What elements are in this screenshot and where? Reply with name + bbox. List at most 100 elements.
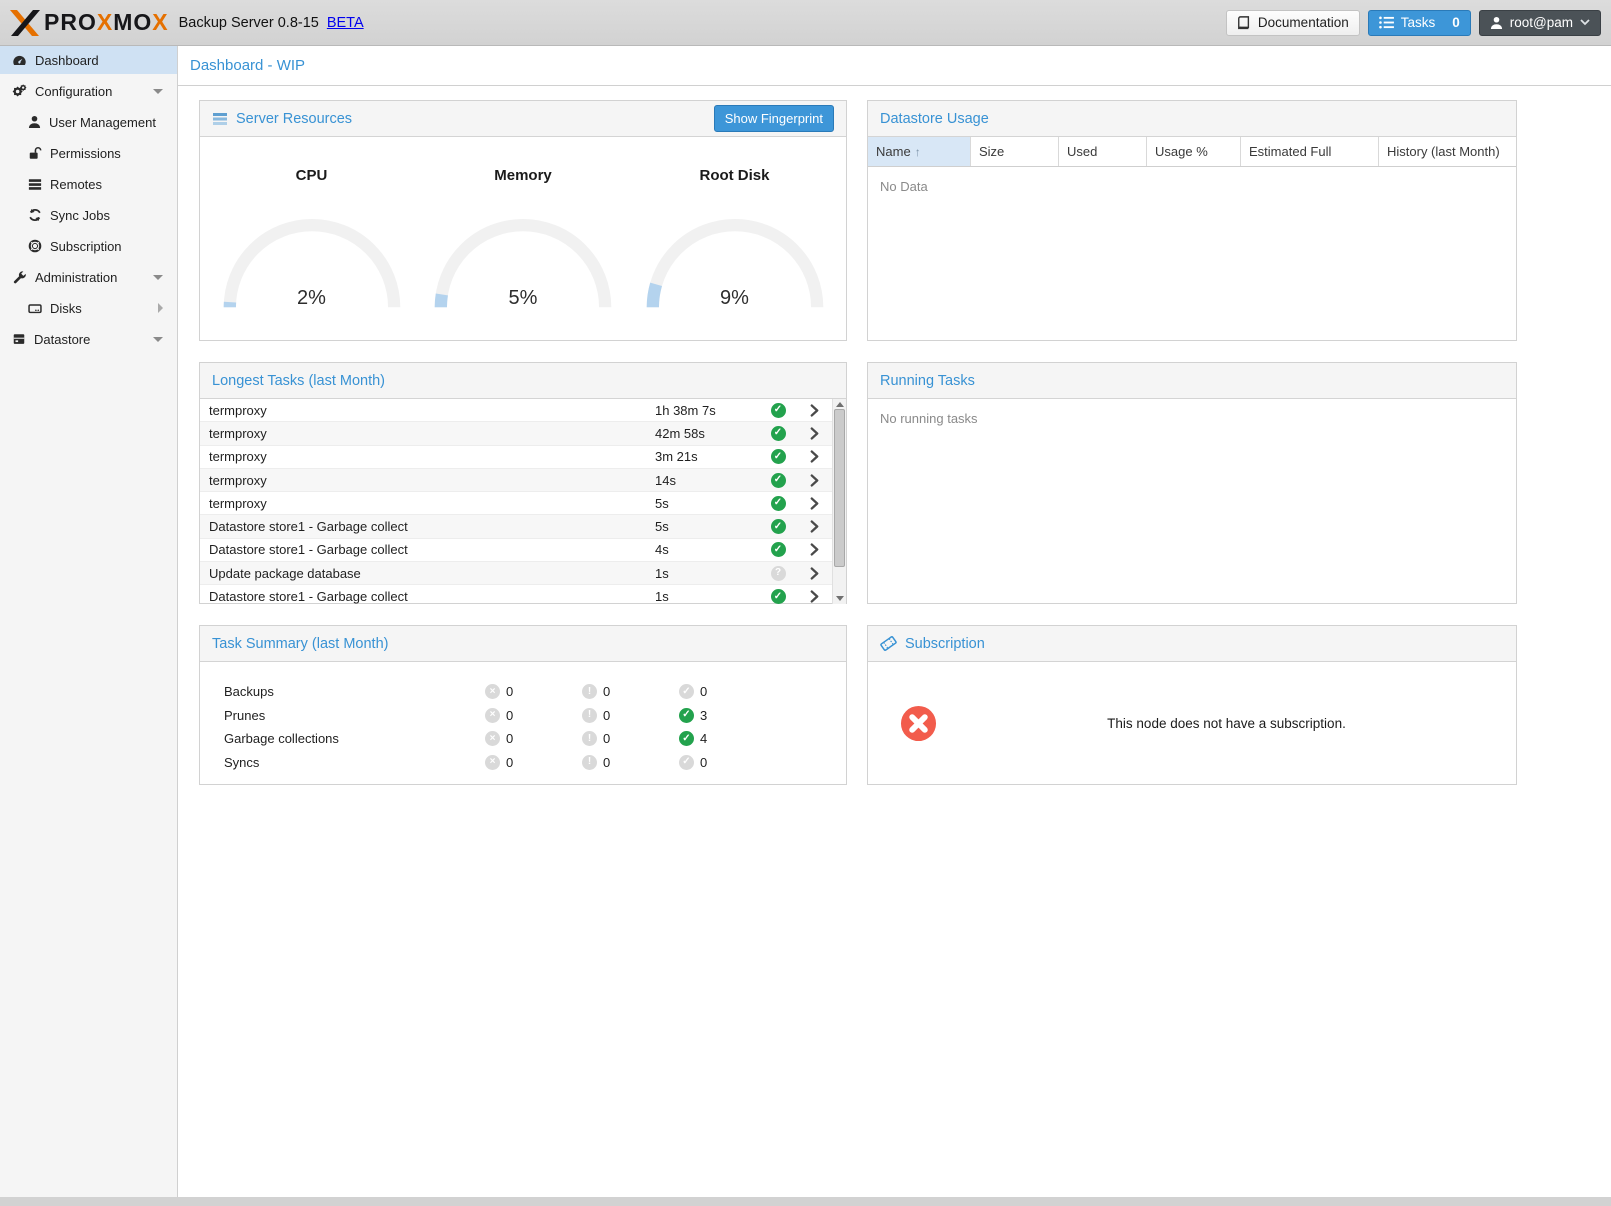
warning-count: 0	[603, 684, 610, 699]
support-icon	[28, 239, 42, 253]
datastore-usage-title: Datastore Usage	[880, 111, 989, 127]
ok-count: 0	[700, 684, 707, 699]
task-name: Datastore store1 - Garbage collect	[200, 519, 655, 534]
gauges-row: CPU 2% Memory	[200, 137, 846, 312]
sidebar-item-permissions[interactable]: Permissions	[0, 139, 177, 167]
warning-count-icon	[582, 755, 597, 770]
chevron-down-icon[interactable]	[153, 275, 163, 280]
error-count-icon	[485, 731, 500, 746]
disk-icon	[28, 302, 42, 315]
no-running-tasks-text: No running tasks	[868, 399, 1516, 438]
datastore-table-header: Name ↑ Size Used Usage % Estimated Full …	[868, 137, 1516, 167]
documentation-button[interactable]: Documentation	[1226, 10, 1360, 36]
task-status-icon	[771, 566, 786, 581]
task-name: termproxy	[200, 403, 655, 418]
task-row[interactable]: termproxy 1h 38m 7s	[200, 399, 832, 422]
task-name: Datastore store1 - Garbage collect	[200, 589, 655, 604]
book-icon	[1237, 16, 1251, 30]
chevron-right-icon[interactable]	[796, 590, 832, 603]
chevron-right-icon[interactable]	[796, 404, 832, 417]
scrollbar-thumb[interactable]	[834, 409, 845, 567]
sync-icon	[28, 208, 42, 222]
task-row[interactable]: Datastore store1 - Garbage collect 1s	[200, 585, 832, 604]
chevron-right-icon[interactable]	[796, 543, 832, 556]
sidebar-item-dashboard[interactable]: Dashboard	[0, 46, 177, 74]
gears-icon	[12, 84, 27, 99]
scroll-up-icon[interactable]	[836, 402, 844, 407]
task-row[interactable]: Datastore store1 - Garbage collect 5s	[200, 515, 832, 538]
sidebar-item-sync-jobs[interactable]: Sync Jobs	[0, 201, 177, 229]
server-list-icon	[28, 178, 42, 191]
chevron-right-icon[interactable]	[796, 520, 832, 533]
tachometer-icon	[12, 53, 27, 68]
task-row[interactable]: termproxy 14s	[200, 469, 832, 492]
tasks-button[interactable]: Tasks 0	[1368, 10, 1471, 36]
task-status-icon	[771, 496, 786, 511]
chevron-right-icon[interactable]	[796, 427, 832, 440]
tasks-count-badge: 0	[1452, 15, 1460, 30]
no-data-text: No Data	[868, 167, 1516, 206]
warning-count: 0	[603, 731, 610, 746]
gauge-label: Root Disk	[635, 167, 835, 184]
error-count-icon	[485, 708, 500, 723]
warning-count: 0	[603, 755, 610, 770]
sidebar-item-remotes[interactable]: Remotes	[0, 170, 177, 198]
chevron-right-icon[interactable]	[796, 450, 832, 463]
server-resources-panel: Server Resources Show Fingerprint CPU 2%	[199, 100, 847, 341]
chevron-right-icon[interactable]	[796, 497, 832, 510]
ok-count-icon	[679, 708, 694, 723]
sidebar-item-subscription[interactable]: Subscription	[0, 232, 177, 260]
column-header-history[interactable]: History (last Month)	[1379, 137, 1516, 166]
chevron-down-icon[interactable]	[153, 337, 163, 342]
chevron-down-icon	[1580, 19, 1590, 26]
proxmox-x-icon	[10, 9, 40, 37]
chevron-right-icon[interactable]	[796, 567, 832, 580]
task-duration: 1s	[655, 589, 760, 604]
longest-tasks-list: termproxy 1h 38m 7s termproxy 42m 58s	[200, 399, 846, 604]
unlock-icon	[28, 146, 42, 160]
longest-tasks-panel: Longest Tasks (last Month) termproxy 1h …	[199, 362, 847, 604]
error-count: 0	[506, 708, 513, 723]
chevron-down-icon[interactable]	[153, 89, 163, 94]
sidebar-item-user-management[interactable]: User Management	[0, 108, 177, 136]
warning-count-icon	[582, 684, 597, 699]
list-icon	[1379, 16, 1394, 29]
task-summary-panel: Task Summary (last Month) Backups 0 0 0 …	[199, 625, 847, 785]
app-subtitle: Backup Server 0.8-15	[179, 15, 319, 31]
column-header-estimated-full[interactable]: Estimated Full	[1241, 137, 1379, 166]
show-fingerprint-button[interactable]: Show Fingerprint	[714, 105, 834, 132]
user-menu-button[interactable]: root@pam	[1479, 10, 1601, 36]
chevron-right-icon[interactable]	[158, 303, 163, 313]
column-header-usage-pct[interactable]: Usage %	[1147, 137, 1241, 166]
chevron-right-icon[interactable]	[796, 474, 832, 487]
gauge-value: 2%	[217, 287, 407, 310]
task-status-icon	[771, 426, 786, 441]
scrollbar[interactable]	[832, 399, 846, 604]
ok-count-icon	[679, 684, 694, 699]
task-row[interactable]: Datastore store1 - Garbage collect 4s	[200, 539, 832, 562]
column-header-used[interactable]: Used	[1059, 137, 1147, 166]
beta-link[interactable]: BETA	[327, 15, 364, 31]
warning-count-icon	[582, 708, 597, 723]
task-duration: 1s	[655, 566, 760, 581]
sidebar-item-disks[interactable]: Disks	[0, 294, 177, 322]
error-count: 0	[506, 731, 513, 746]
sidebar-item-configuration[interactable]: Configuration	[0, 77, 177, 105]
column-header-size[interactable]: Size	[971, 137, 1059, 166]
scroll-down-icon[interactable]	[836, 596, 844, 601]
task-row[interactable]: termproxy 3m 21s	[200, 446, 832, 469]
warning-count: 0	[603, 708, 610, 723]
sidebar-item-administration[interactable]: Administration	[0, 263, 177, 291]
summary-row: Syncs 0 0 0	[224, 751, 776, 775]
summary-row: Garbage collections 0 0 4	[224, 727, 776, 751]
summary-label: Prunes	[224, 708, 485, 723]
task-row[interactable]: Update package database 1s	[200, 562, 832, 585]
task-row[interactable]: termproxy 5s	[200, 492, 832, 515]
sidebar-item-datastore[interactable]: Datastore	[0, 325, 177, 353]
task-row[interactable]: termproxy 42m 58s	[200, 422, 832, 445]
column-header-name[interactable]: Name ↑	[868, 137, 971, 166]
task-summary-body: Backups 0 0 0 Prunes 0 0 3 Garbage colle…	[200, 662, 846, 774]
longest-tasks-title: Longest Tasks (last Month)	[212, 373, 385, 389]
wrench-icon	[12, 270, 27, 285]
summary-label: Backups	[224, 684, 485, 699]
